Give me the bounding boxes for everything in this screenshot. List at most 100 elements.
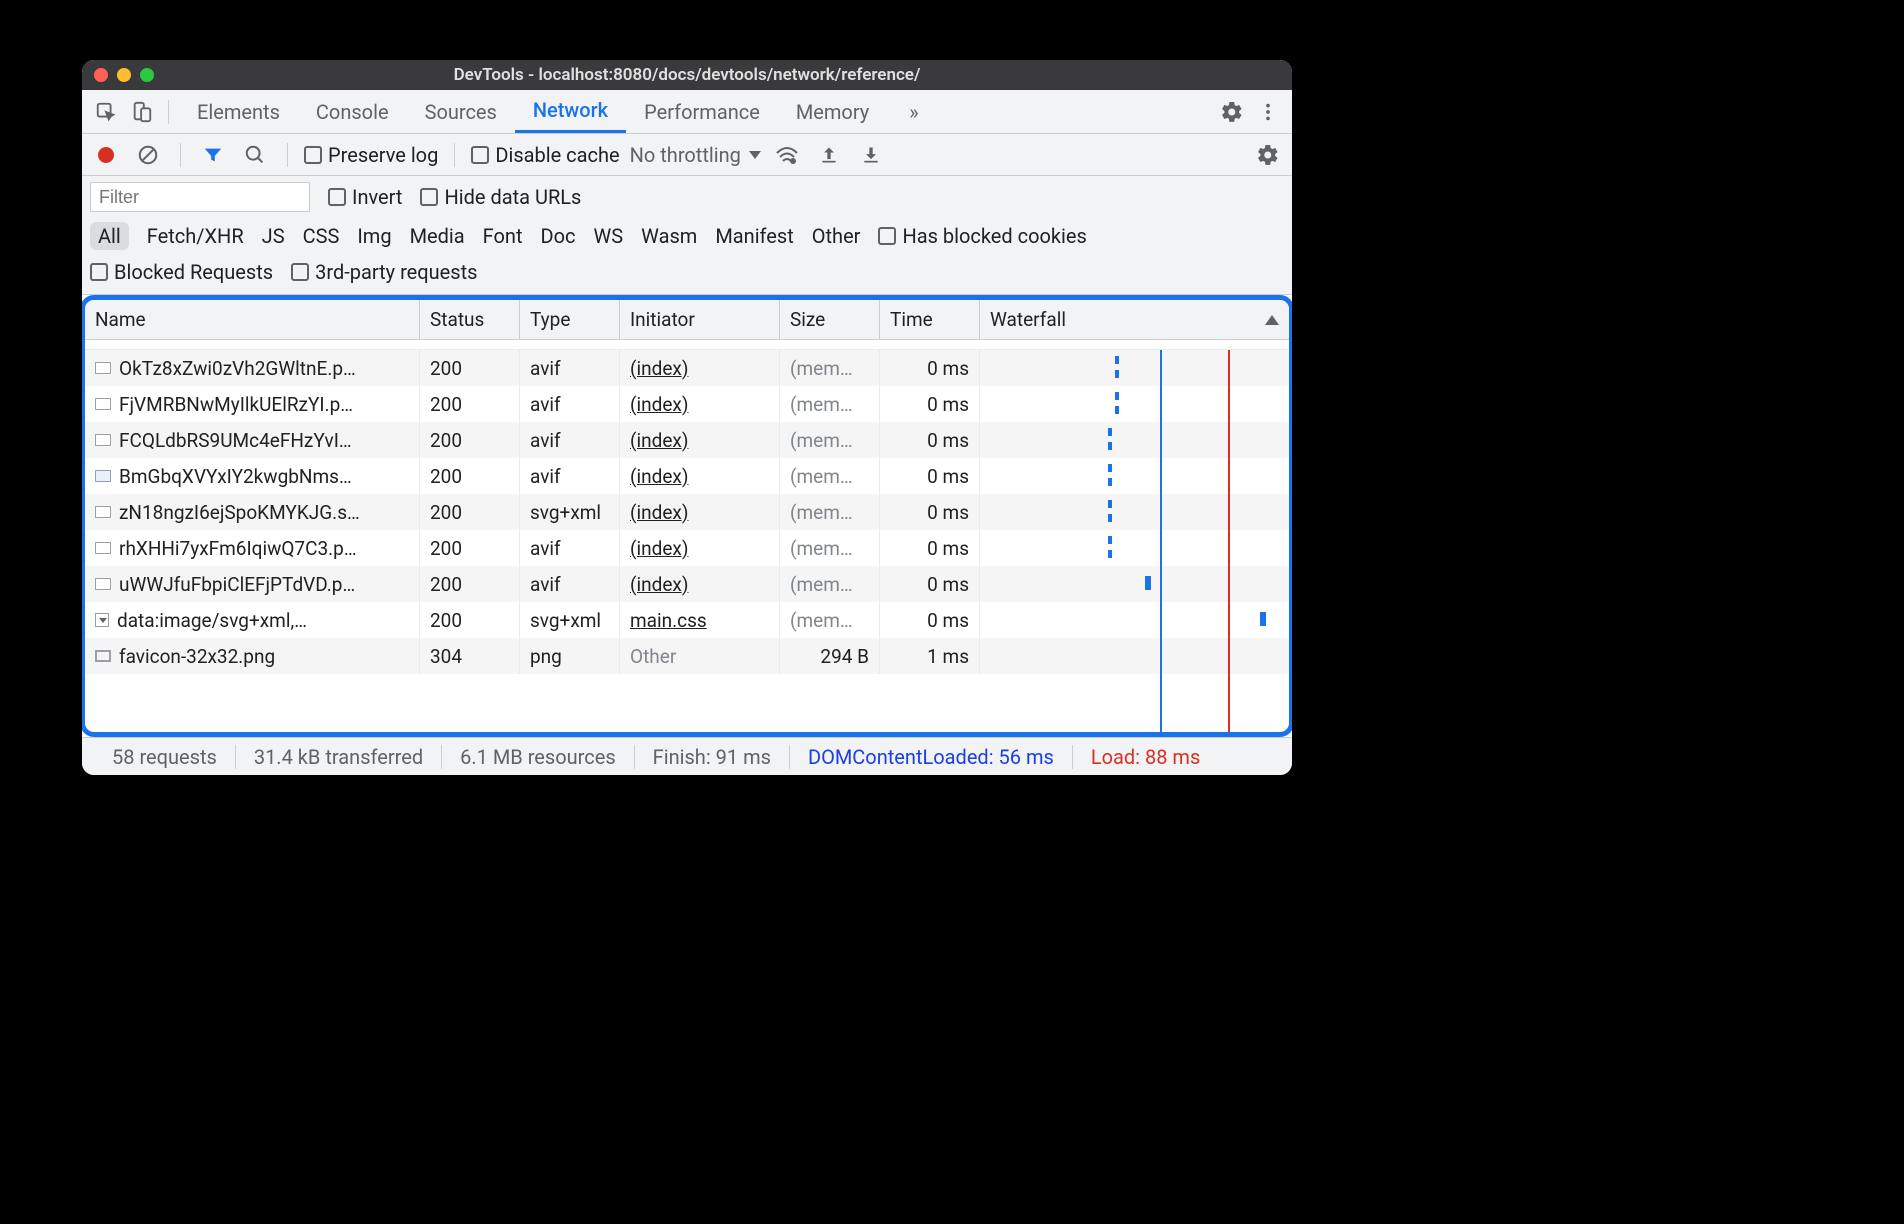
table-row[interactable]: favicon-32x32.png304pngOther294 B1 ms <box>85 638 1289 674</box>
size-cell: (mem… <box>780 566 880 602</box>
throttling-select[interactable]: No throttling <box>630 143 761 167</box>
type-cell: avif <box>520 530 620 566</box>
network-conditions-icon[interactable] <box>771 139 803 171</box>
inspect-icon[interactable] <box>90 96 122 128</box>
filter-chip-ws[interactable]: WS <box>594 224 624 248</box>
filter-chip-media[interactable]: Media <box>410 224 465 248</box>
table-row[interactable]: zN18ngzI6ejSpoKMYKJG.s…200svg+xml(index)… <box>85 494 1289 530</box>
filter-chip-doc[interactable]: Doc <box>541 224 576 248</box>
initiator-cell[interactable]: (index) <box>620 422 780 458</box>
request-name: FCQLdbRS9UMc4eFHzYvI… <box>119 429 352 452</box>
filter-chip-manifest[interactable]: Manifest <box>715 224 793 248</box>
request-name: BmGbqXVYxIY2kwgbNms… <box>119 465 352 488</box>
request-name: uWWJfuFbpiClEFjPTdVD.p… <box>119 573 355 596</box>
titlebar: DevTools - localhost:8080/docs/devtools/… <box>82 60 1292 90</box>
filter-chip-wasm[interactable]: Wasm <box>641 224 697 248</box>
has-blocked-cookies-checkbox[interactable]: Has blocked cookies <box>878 224 1086 248</box>
time-cell: 1 ms <box>880 638 980 674</box>
type-cell: avif <box>520 566 620 602</box>
column-type[interactable]: Type <box>520 300 620 339</box>
third-party-label: 3rd-party requests <box>315 260 477 284</box>
upload-har-icon[interactable] <box>813 139 845 171</box>
close-window-button[interactable] <box>94 68 108 82</box>
filter-chip-js[interactable]: JS <box>262 224 285 248</box>
tab-performance[interactable]: Performance <box>626 90 778 133</box>
status-bar: 58 requests 31.4 kB transferred 6.1 MB r… <box>82 737 1292 775</box>
filter-chip-other[interactable]: Other <box>812 224 861 248</box>
initiator-cell[interactable]: (index) <box>620 494 780 530</box>
column-time[interactable]: Time <box>880 300 980 339</box>
record-button[interactable] <box>90 139 122 171</box>
column-waterfall[interactable]: Waterfall <box>980 300 1289 339</box>
initiator-cell[interactable]: (index) <box>620 458 780 494</box>
waterfall-bar <box>1115 356 1119 378</box>
preserve-log-checkbox[interactable]: Preserve log <box>304 143 438 167</box>
scroll-spacer <box>85 340 1289 350</box>
third-party-checkbox[interactable]: 3rd-party requests <box>291 260 477 284</box>
column-status[interactable]: Status <box>420 300 520 339</box>
tab-network[interactable]: Network <box>515 90 626 133</box>
table-row[interactable]: uWWJfuFbpiClEFjPTdVD.p…200avif(index)(me… <box>85 566 1289 602</box>
chevron-down-icon <box>749 151 761 159</box>
filter-chip-all[interactable]: All <box>90 222 129 250</box>
initiator-cell[interactable]: (index) <box>620 386 780 422</box>
hide-data-urls-checkbox[interactable]: Hide data URLs <box>420 185 581 209</box>
type-cell: svg+xml <box>520 494 620 530</box>
type-cell: avif <box>520 422 620 458</box>
column-size[interactable]: Size <box>780 300 880 339</box>
preserve-log-label: Preserve log <box>328 143 438 167</box>
table-row[interactable]: data:image/svg+xml,…200svg+xmlmain.css(m… <box>85 602 1289 638</box>
blocked-requests-checkbox[interactable]: Blocked Requests <box>90 260 273 284</box>
img-file-icon <box>95 542 111 554</box>
settings-icon[interactable] <box>1216 96 1248 128</box>
status-transferred: 31.4 kB transferred <box>236 745 442 769</box>
window-title: DevTools - localhost:8080/docs/devtools/… <box>82 65 1292 85</box>
initiator-cell[interactable]: (index) <box>620 566 780 602</box>
maximize-window-button[interactable] <box>140 68 154 82</box>
status-requests: 58 requests <box>94 745 236 769</box>
download-har-icon[interactable] <box>855 139 887 171</box>
tab-console[interactable]: Console <box>298 90 407 133</box>
table-row[interactable]: FCQLdbRS9UMc4eFHzYvI…200avif(index)(mem…… <box>85 422 1289 458</box>
table-row[interactable]: BmGbqXVYxIY2kwgbNms…200avif(index)(mem…0… <box>85 458 1289 494</box>
waterfall-bar <box>1108 500 1112 522</box>
filter-chip-font[interactable]: Font <box>483 224 523 248</box>
network-settings-icon[interactable] <box>1252 139 1284 171</box>
device-toolbar-icon[interactable] <box>126 96 158 128</box>
initiator-cell[interactable]: (index) <box>620 530 780 566</box>
tab-sources[interactable]: Sources <box>407 90 515 133</box>
tab-elements[interactable]: Elements <box>179 90 298 133</box>
table-body: OkTz8xZwi0zVh2GWltnE.p…200avif(index)(me… <box>85 350 1289 732</box>
waterfall-cell <box>980 422 1289 458</box>
more-tabs-button[interactable]: » <box>891 90 936 133</box>
table-row[interactable]: FjVMRBNwMyIlkUElRzYI.p…200avif(index)(me… <box>85 386 1289 422</box>
request-name: data:image/svg+xml,… <box>117 609 307 632</box>
status-cell: 200 <box>420 350 520 386</box>
filter-chip-fetchxhr[interactable]: Fetch/XHR <box>147 224 244 248</box>
filter-chip-css[interactable]: CSS <box>303 224 340 248</box>
type-cell: png <box>520 638 620 674</box>
search-icon[interactable] <box>239 139 271 171</box>
waterfall-segment <box>1145 576 1151 590</box>
invert-checkbox[interactable]: Invert <box>328 185 402 209</box>
clear-button[interactable] <box>132 139 164 171</box>
status-load: Load: 88 ms <box>1073 745 1218 769</box>
filter-chip-img[interactable]: Img <box>357 224 391 248</box>
table-row[interactable]: rhXHHi7yxFm6IqiwQ7C3.p…200avif(index)(me… <box>85 530 1289 566</box>
column-name[interactable]: Name <box>85 300 420 339</box>
more-menu-icon[interactable] <box>1252 96 1284 128</box>
filter-input[interactable] <box>90 182 310 212</box>
filter-toggle-icon[interactable] <box>197 139 229 171</box>
panel-tabs: ElementsConsoleSourcesNetworkPerformance… <box>82 90 1292 134</box>
minimize-window-button[interactable] <box>117 68 131 82</box>
chevron-right-icon: » <box>909 100 918 124</box>
tab-memory[interactable]: Memory <box>778 90 887 133</box>
type-cell: avif <box>520 458 620 494</box>
devtools-window: DevTools - localhost:8080/docs/devtools/… <box>82 60 1292 775</box>
waterfall-bar <box>1115 392 1119 414</box>
initiator-cell[interactable]: main.css <box>620 602 780 638</box>
column-initiator[interactable]: Initiator <box>620 300 780 339</box>
disable-cache-checkbox[interactable]: Disable cache <box>471 143 619 167</box>
table-row[interactable]: OkTz8xZwi0zVh2GWltnE.p…200avif(index)(me… <box>85 350 1289 386</box>
initiator-cell[interactable]: (index) <box>620 350 780 386</box>
